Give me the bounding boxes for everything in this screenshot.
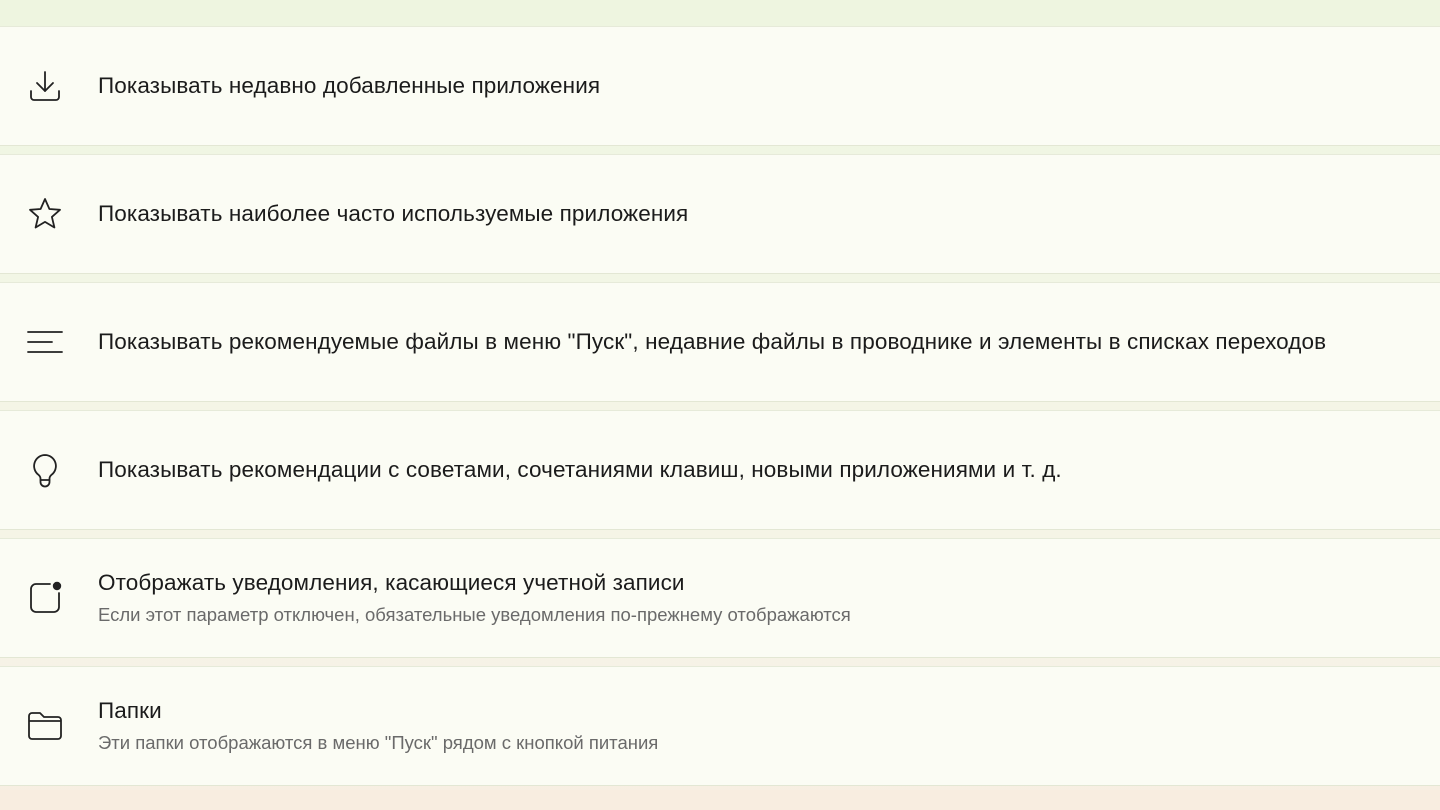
list-icon [26, 323, 64, 361]
setting-text: Показывать рекомендации с советами, соче… [98, 457, 1424, 483]
setting-text: Отображать уведомления, касающиеся учетн… [98, 570, 1424, 626]
download-icon [26, 67, 64, 105]
setting-title: Показывать наиболее часто используемые п… [98, 201, 689, 226]
notification-badge-icon [26, 579, 64, 617]
setting-title: Отображать уведомления, касающиеся учетн… [98, 570, 685, 595]
lightbulb-icon [26, 451, 64, 489]
setting-folders[interactable]: Папки Эти папки отображаются в меню "Пус… [0, 666, 1440, 786]
bottom-edge [0, 790, 1440, 810]
setting-most-used-apps[interactable]: Показывать наиболее часто используемые п… [0, 154, 1440, 274]
setting-text: Папки Эти папки отображаются в меню "Пус… [98, 698, 1424, 754]
setting-recommendations-tips[interactable]: Показывать рекомендации с советами, соче… [0, 410, 1440, 530]
star-icon [26, 195, 64, 233]
setting-description: Эти папки отображаются в меню "Пуск" ряд… [98, 732, 659, 753]
setting-title: Показывать недавно добавленные приложени… [98, 73, 601, 98]
setting-recommended-files[interactable]: Показывать рекомендуемые файлы в меню "П… [0, 282, 1440, 402]
setting-description: Если этот параметр отключен, обязательны… [98, 604, 851, 625]
setting-title: Папки [98, 698, 162, 723]
setting-text: Показывать недавно добавленные приложени… [98, 73, 1424, 99]
setting-account-notifications[interactable]: Отображать уведомления, касающиеся учетн… [0, 538, 1440, 658]
setting-text: Показывать рекомендуемые файлы в меню "П… [98, 329, 1424, 355]
settings-list: Показывать недавно добавленные приложени… [0, 26, 1440, 794]
setting-title: Показывать рекомендации с советами, соче… [98, 457, 1062, 482]
setting-text: Показывать наиболее часто используемые п… [98, 201, 1424, 227]
setting-title: Показывать рекомендуемые файлы в меню "П… [98, 329, 1327, 354]
folder-icon [26, 707, 64, 745]
setting-recently-added-apps[interactable]: Показывать недавно добавленные приложени… [0, 26, 1440, 146]
